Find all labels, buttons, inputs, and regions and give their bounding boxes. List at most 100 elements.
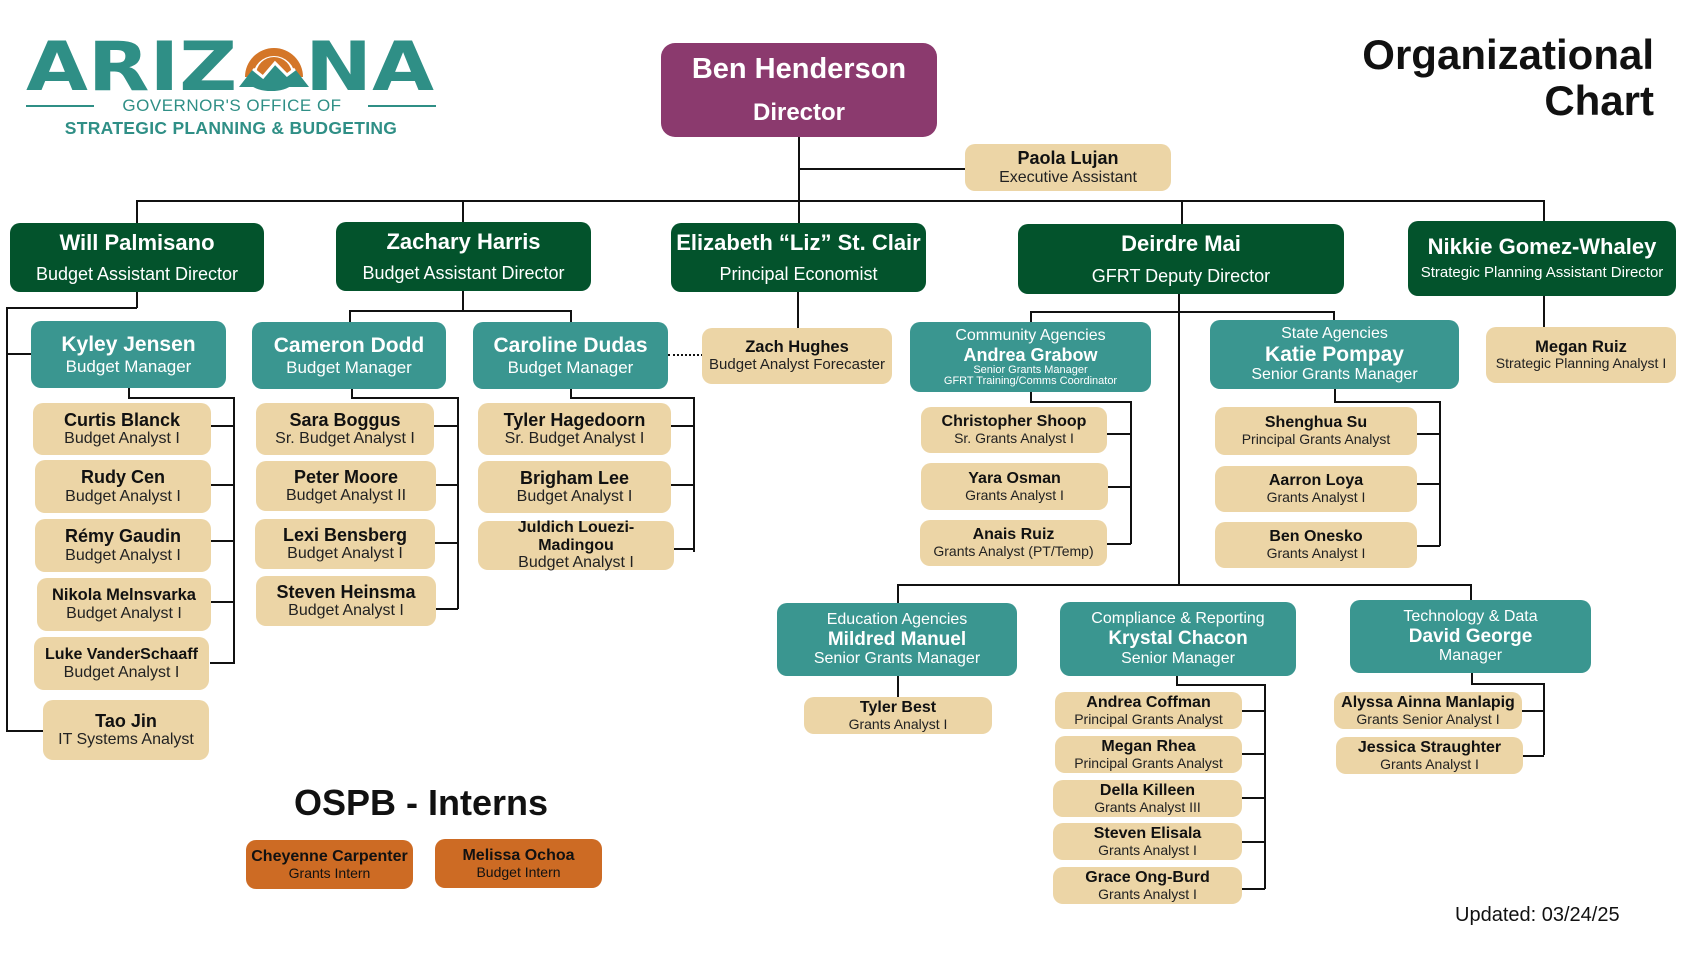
manager-card[interactable]: Cameron Dodd Budget Manager bbox=[252, 322, 446, 389]
connector bbox=[136, 200, 138, 223]
connector bbox=[1241, 841, 1265, 843]
staff-card[interactable]: Anais Ruiz Grants Analyst (PT/Temp) bbox=[920, 520, 1107, 566]
intern-card[interactable]: Cheyenne Carpenter Grants Intern bbox=[246, 840, 413, 889]
manager-card[interactable]: Kyley Jensen Budget Manager bbox=[31, 321, 226, 388]
staff-card[interactable]: Zach Hughes Budget Analyst Forecaster bbox=[702, 328, 892, 384]
manager-card[interactable]: Caroline Dudas Budget Manager bbox=[473, 322, 668, 389]
connector bbox=[570, 397, 694, 399]
person-name: Shenghua Su bbox=[1264, 414, 1368, 432]
staff-card[interactable]: Tao Jin IT Systems Analyst bbox=[43, 700, 209, 760]
staff-card[interactable]: Megan Ruiz Strategic Planning Analyst I bbox=[1486, 327, 1676, 383]
staff-card[interactable]: Christopher Shoop Sr. Grants Analyst I bbox=[921, 407, 1107, 453]
person-name: Aarron Loya bbox=[1268, 472, 1364, 490]
connector bbox=[1030, 401, 1131, 403]
staff-card[interactable]: Jessica Straughter Grants Analyst I bbox=[1336, 737, 1523, 774]
leader-card[interactable]: Nikkie Gomez-Whaley Strategic Planning A… bbox=[1408, 221, 1676, 296]
staff-card[interactable]: Lexi Bensberg Budget Analyst I bbox=[255, 519, 435, 569]
staff-card[interactable]: Sara Boggus Sr. Budget Analyst I bbox=[256, 403, 434, 455]
staff-card[interactable]: Steven Heinsma Budget Analyst I bbox=[256, 576, 436, 626]
person-title: Budget Analyst I bbox=[63, 663, 180, 681]
connector bbox=[6, 730, 44, 732]
manager-card[interactable]: Community Agencies Andrea Grabow Senior … bbox=[910, 322, 1151, 392]
staff-card[interactable]: Megan Rhea Principal Grants Analyst bbox=[1055, 736, 1242, 773]
connector bbox=[210, 540, 234, 542]
person-name: Curtis Blanck bbox=[63, 409, 181, 430]
person-title: Grants Analyst III bbox=[1094, 798, 1201, 815]
staff-card[interactable]: Rémy Gaudin Budget Analyst I bbox=[35, 519, 211, 572]
connector bbox=[1334, 401, 1440, 403]
manager-card[interactable]: Compliance & Reporting Krystal Chacon Se… bbox=[1060, 602, 1296, 676]
sun-mountain-icon bbox=[239, 35, 309, 87]
person-name: Ben Henderson bbox=[691, 53, 907, 86]
staff-card[interactable]: Curtis Blanck Budget Analyst I bbox=[33, 403, 211, 455]
manager-card[interactable]: Education Agencies Mildred Manuel Senior… bbox=[777, 603, 1017, 676]
person-title-secondary: GFRT Training/Comms Coordinator bbox=[943, 375, 1118, 388]
staff-card[interactable]: Nikola Melnsvarka Budget Analyst I bbox=[37, 578, 211, 631]
chart-title-line2: Chart bbox=[1544, 77, 1654, 125]
staff-card[interactable]: Della Killeen Grants Analyst III bbox=[1053, 780, 1242, 817]
connector bbox=[462, 290, 464, 310]
staff-card[interactable]: Alyssa Ainna Manlapig Grants Senior Anal… bbox=[1334, 692, 1522, 729]
staff-card[interactable]: Rudy Cen Budget Analyst I bbox=[35, 460, 211, 513]
chart-title-line1: Organizational bbox=[1362, 31, 1654, 78]
person-title: Budget Analyst I bbox=[65, 546, 181, 564]
leader-card[interactable]: Elizabeth “Liz” St. Clair Principal Econ… bbox=[671, 223, 926, 292]
exec-assistant-card[interactable]: Paola Lujan Executive Assistant bbox=[965, 144, 1171, 191]
division-label: Community Agencies bbox=[955, 326, 1106, 344]
staff-card[interactable]: Tyler Hagedoorn Sr. Budget Analyst I bbox=[478, 403, 671, 455]
person-name: Lexi Bensberg bbox=[282, 524, 408, 545]
person-title: Budget Assistant Director bbox=[362, 263, 565, 284]
connector bbox=[457, 397, 459, 609]
staff-card[interactable]: Andrea Coffman Principal Grants Analyst bbox=[1055, 692, 1242, 729]
connector bbox=[1416, 483, 1440, 485]
manager-card[interactable]: Technology & Data David George Manager bbox=[1350, 600, 1591, 673]
person-name: Melissa Ochoa bbox=[462, 846, 575, 864]
manager-card[interactable]: State Agencies Katie Pompay Senior Grant… bbox=[1210, 320, 1459, 389]
staff-card[interactable]: Luke VanderSchaaff Budget Analyst I bbox=[34, 637, 209, 690]
staff-card[interactable]: Steven Elisala Grants Analyst I bbox=[1053, 823, 1242, 860]
staff-card[interactable]: Grace Ong-Burd Grants Analyst I bbox=[1053, 867, 1242, 904]
leader-card[interactable]: Zachary Harris Budget Assistant Director bbox=[336, 222, 591, 291]
staff-card[interactable]: Aarron Loya Grants Analyst I bbox=[1215, 466, 1417, 512]
person-name: Megan Ruiz bbox=[1535, 337, 1627, 356]
person-name: Nikkie Gomez-Whaley bbox=[1427, 233, 1657, 259]
person-name: Steven Elisala bbox=[1093, 824, 1202, 842]
person-title: Budget Analyst I bbox=[287, 545, 403, 563]
person-title: Manager bbox=[1438, 647, 1503, 665]
staff-card[interactable]: Brigham Lee Budget Analyst I bbox=[478, 461, 671, 513]
person-title: Strategic Planning Assistant Director bbox=[1420, 264, 1664, 282]
staff-card[interactable]: Juldich Louezi-Madingou Budget Analyst I bbox=[478, 519, 674, 571]
person-name: Andrea Grabow bbox=[963, 344, 1098, 365]
connector bbox=[1106, 543, 1131, 545]
person-title: Budget Analyst II bbox=[285, 487, 407, 505]
staff-card[interactable]: Tyler Best Grants Analyst I bbox=[804, 697, 992, 734]
person-title: Senior Grants Manager bbox=[1251, 366, 1418, 384]
connector bbox=[1241, 797, 1265, 799]
staff-card[interactable]: Ben Onesko Grants Analyst I bbox=[1215, 522, 1417, 568]
connector bbox=[1241, 888, 1265, 890]
connector bbox=[1107, 486, 1131, 488]
intern-card[interactable]: Melissa Ochoa Budget Intern bbox=[435, 839, 602, 888]
person-title: Budget Analyst I bbox=[516, 488, 633, 506]
logo-rule-right bbox=[368, 105, 436, 107]
person-title: Budget Analyst I bbox=[66, 604, 182, 622]
leader-card[interactable]: Deirdre Mai GFRT Deputy Director bbox=[1018, 224, 1344, 294]
director-card[interactable]: Ben Henderson Director bbox=[661, 43, 937, 137]
staff-card[interactable]: Yara Osman Grants Analyst I bbox=[921, 463, 1108, 510]
person-name: Nikola Melnsvarka bbox=[52, 586, 196, 605]
person-name: Jessica Straughter bbox=[1357, 738, 1502, 756]
person-title: Grants Analyst (PT/Temp) bbox=[933, 543, 1094, 560]
person-name: Rudy Cen bbox=[80, 467, 165, 488]
connector bbox=[1178, 294, 1180, 586]
connector bbox=[434, 608, 458, 610]
person-name: Brigham Lee bbox=[519, 467, 630, 488]
staff-card[interactable]: Shenghua Su Principal Grants Analyst bbox=[1215, 407, 1417, 455]
person-title: Budget Analyst Forecaster bbox=[709, 355, 885, 373]
staff-card[interactable]: Peter Moore Budget Analyst II bbox=[256, 461, 436, 511]
connector bbox=[897, 584, 899, 603]
svg-text:ARIZONA: ARIZONA bbox=[26, 30, 434, 96]
person-name: Rémy Gaudin bbox=[64, 526, 182, 547]
person-name: Kyley Jensen bbox=[61, 333, 196, 357]
leader-card[interactable]: Will Palmisano Budget Assistant Director bbox=[10, 223, 264, 292]
connector bbox=[1106, 433, 1131, 435]
